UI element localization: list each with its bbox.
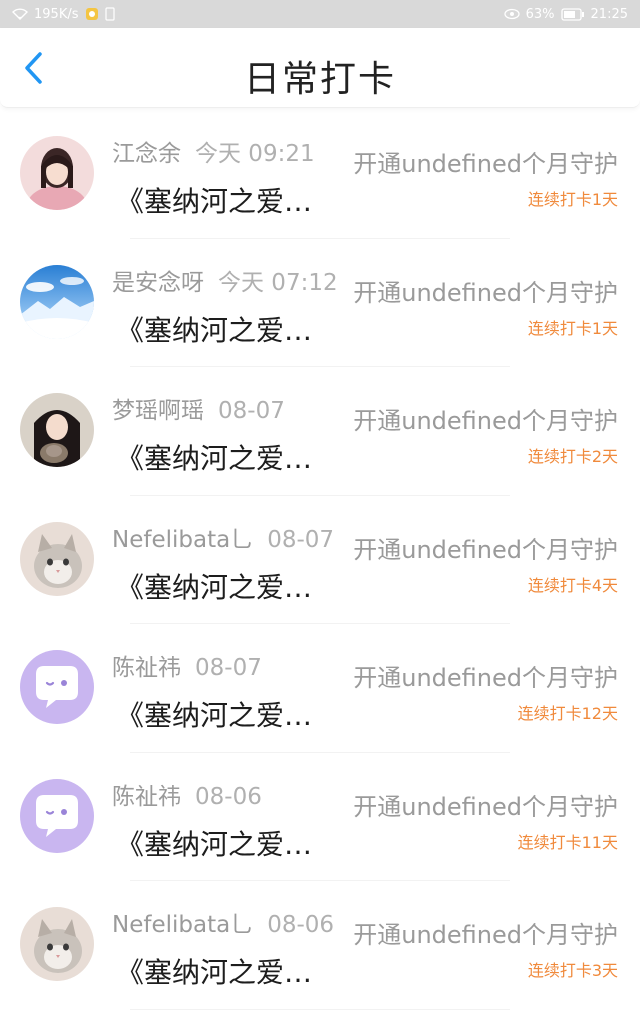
checkin-time: 08-06 [267, 912, 335, 938]
user-name-line: 梦瑶啊瑶 08-07 [112, 391, 352, 425]
eye-icon [503, 8, 520, 20]
avatar[interactable] [20, 264, 94, 339]
streak-badge: 连续打卡12天 [517, 704, 618, 723]
list-item[interactable]: 是安念呀 今天 07:12 《塞纳河之爱… 开通undefined个月守护 连续打… [0, 239, 640, 368]
song-title: 《塞纳河之爱… [116, 956, 313, 989]
user-name-line: 陈祉祎 08-07 [112, 648, 352, 682]
status-bar: 195K/s 63% 21:25 [0, 0, 640, 28]
battery-icon [560, 7, 585, 21]
song-title: 《塞纳河之爱… [116, 570, 313, 604]
user-name: Nefelibata乚 [112, 912, 254, 938]
guard-info: 开通undefined个月守护 [353, 278, 618, 307]
avatar[interactable] [20, 650, 94, 724]
song-title: 《塞纳河之爱… [116, 827, 313, 861]
list-item[interactable]: Nefelibata乚 08-07 《塞纳河之爱… 开通undefined个月守护… [0, 496, 640, 625]
list-item[interactable]: 梦瑶啊瑶 08-07 《塞纳河之爱… 开通undefined个月守护 连续打卡2天 [0, 367, 640, 496]
user-name-line: Nefelibata乚 08-06 [112, 905, 352, 939]
guard-info: 开通undefined个月守护 [353, 921, 618, 949]
guard-info: 开通undefined个月守护 [353, 792, 618, 821]
checkin-time: 今天 09:21 [195, 141, 315, 167]
guard-info: 开通undefined个月守护 [353, 407, 618, 435]
avatar[interactable] [20, 521, 94, 596]
streak-badge: 连续打卡4天 [527, 575, 618, 595]
network-speed: 195K/s [34, 6, 79, 22]
user-name-line: 是安念呀 今天 07:12 [112, 263, 352, 297]
list-item[interactable]: 陈祉祎 08-07 《塞纳河之爱… 开通undefined个月守护 连续打卡12天 [0, 624, 640, 753]
user-name: 陈祉祎 [112, 783, 181, 810]
checkin-list: 江念余 今天 09:21 《塞纳河之爱… 开通undefined个月守护 连续打卡… [0, 110, 640, 1010]
streak-badge: 连续打卡1天 [527, 318, 618, 338]
song-title: 《塞纳河之爱… [116, 699, 313, 732]
checkin-time: 08-06 [195, 783, 262, 810]
song-title: 《塞纳河之爱… [116, 185, 313, 218]
checkin-time: 今天 07:12 [218, 269, 338, 296]
user-name-line: 陈祉祎 08-06 [112, 777, 352, 811]
avatar[interactable] [20, 778, 94, 853]
list-item[interactable]: 江念余 今天 09:21 《塞纳河之爱… 开通undefined个月守护 连续打卡… [0, 110, 640, 239]
avatar[interactable] [20, 136, 94, 210]
guard-info: 开通undefined个月守护 [353, 150, 618, 178]
streak-badge: 连续打卡1天 [527, 190, 618, 209]
page-header: 日常打卡 [0, 28, 640, 108]
user-name-line: 江念余 今天 09:21 [112, 134, 352, 168]
checkin-time: 08-07 [218, 398, 285, 424]
clock: 21:25 [590, 6, 628, 22]
list-item[interactable]: Nefelibata乚 08-06 《塞纳河之爱… 开通undefined个月守护… [0, 881, 640, 1010]
user-name: 陈祉祎 [112, 655, 181, 681]
list-item[interactable]: 陈祉祎 08-06 《塞纳河之爱… 开通undefined个月守护 连续打卡11天 [0, 753, 640, 882]
battery-percent: 63% [525, 6, 555, 22]
avatar[interactable] [20, 393, 94, 467]
streak-badge: 连续打卡11天 [517, 832, 618, 852]
user-name: 梦瑶啊瑶 [112, 398, 204, 424]
avatar[interactable] [20, 907, 94, 981]
app-notification-icon [85, 7, 99, 21]
page-title: 日常打卡 [243, 59, 396, 100]
song-title: 《塞纳河之爱… [116, 442, 313, 475]
user-name: 是安念呀 [112, 269, 204, 296]
checkin-time: 08-07 [195, 655, 262, 681]
song-title: 《塞纳河之爱… [116, 313, 313, 347]
user-name: Nefelibata乚 [112, 526, 254, 553]
sim-icon [104, 7, 115, 21]
guard-info: 开通undefined个月守护 [353, 535, 618, 564]
user-name-line: Nefelibata乚 08-07 [112, 520, 352, 554]
wifi-icon [12, 8, 28, 20]
user-name: 江念余 [112, 141, 181, 167]
streak-badge: 连续打卡3天 [527, 961, 618, 980]
streak-badge: 连续打卡2天 [527, 447, 618, 466]
checkin-time: 08-07 [267, 526, 335, 553]
guard-info: 开通undefined个月守护 [353, 664, 618, 692]
